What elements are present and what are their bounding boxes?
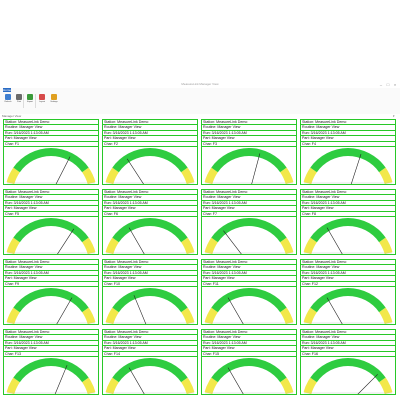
gauge-dial: [303, 288, 393, 324]
window-title: MeasureLink Manager View: [181, 82, 219, 86]
gauge-needle: [56, 297, 73, 324]
gauge-band-green: [310, 358, 386, 383]
gauge-card[interactable]: Station: MeasureLink Demo Routine: Manage…: [3, 119, 99, 185]
gauge-dial: [6, 148, 96, 184]
print-icon: [16, 94, 22, 100]
export-icon: [27, 94, 33, 100]
gauge-dial: [204, 148, 294, 184]
window-titlebar: MeasureLink Manager View – □ ×: [0, 81, 400, 88]
gauge-band-green: [211, 218, 287, 243]
gauge-dial: [105, 358, 195, 394]
gauge-card[interactable]: Station: MeasureLink Demo Routine: Manage…: [3, 329, 99, 395]
gauge-dial: [204, 218, 294, 254]
gauge-band-green: [112, 148, 188, 173]
gauge-band-green: [112, 288, 188, 313]
gauge-dial: [6, 288, 96, 324]
gauge-band-green: [211, 148, 287, 173]
ribbon: Home Refresh Print Export Layout Settings: [0, 88, 400, 115]
gauge-card[interactable]: Station: MeasureLink Demo Routine: Manage…: [201, 329, 297, 395]
gauge-dial: [303, 148, 393, 184]
ribbon-tool-label: Layout: [38, 101, 45, 103]
gauge-card[interactable]: Station: MeasureLink Demo Routine: Manage…: [3, 189, 99, 255]
gauge-dial: [303, 358, 393, 394]
gauge-card[interactable]: Station: MeasureLink Demo Routine: Manage…: [102, 189, 198, 255]
gauge-band-green: [112, 218, 188, 243]
ribbon-tool-label: Refresh: [4, 101, 12, 103]
gauge-card[interactable]: Station: MeasureLink Demo Routine: Manage…: [300, 119, 396, 185]
gauge-band-green: [13, 148, 89, 173]
gauge-needle: [223, 230, 242, 254]
gauge-needle: [326, 227, 343, 254]
gauge-band-green: [13, 358, 89, 383]
ribbon-tool-0[interactable]: Refresh: [3, 94, 13, 109]
gauge-band-green: [310, 288, 386, 313]
gauge-grid: Station: MeasureLink Demo Routine: Manage…: [0, 119, 400, 400]
gauge-card[interactable]: Station: MeasureLink Demo Routine: Manage…: [201, 189, 297, 255]
gauge-dial: [6, 218, 96, 254]
gauge-band-green: [13, 218, 89, 243]
gauge-needle: [251, 153, 261, 184]
ribbon-tool-3[interactable]: Layout: [37, 94, 47, 109]
gauge-needle: [326, 297, 343, 324]
ribbon-tool-label: Settings: [50, 101, 58, 103]
refresh-icon: [5, 94, 11, 100]
gauge-needle: [54, 365, 68, 394]
ribbon-tool-2[interactable]: Export: [25, 94, 35, 109]
gauge-needle: [133, 295, 147, 324]
ribbon-tool-label: Export: [27, 101, 33, 103]
maximize-button[interactable]: □: [385, 82, 391, 87]
gauge-card[interactable]: Station: MeasureLink Demo Routine: Manage…: [300, 329, 396, 395]
gauge-card[interactable]: Station: MeasureLink Demo Routine: Manage…: [300, 259, 396, 325]
gauge-band-green: [211, 358, 287, 383]
gauge-needle: [227, 297, 244, 324]
gauge-card[interactable]: Station: MeasureLink Demo Routine: Manage…: [3, 259, 99, 325]
tab-home[interactable]: Home: [3, 88, 11, 92]
layout-icon: [39, 94, 45, 100]
gauge-dial: [105, 288, 195, 324]
ribbon-tool-4[interactable]: Settings: [49, 94, 59, 109]
gauge-band-green: [310, 148, 386, 173]
gauge-dial: [105, 148, 195, 184]
gauge-band-green: [310, 218, 386, 243]
gauge-dial: [204, 358, 294, 394]
settings-icon: [51, 94, 57, 100]
gauge-card[interactable]: Station: MeasureLink Demo Routine: Manage…: [201, 259, 297, 325]
close-button[interactable]: ×: [392, 82, 398, 87]
gauge-band-green: [211, 288, 287, 313]
gauge-dial: [204, 288, 294, 324]
gauge-needle: [57, 228, 75, 254]
ribbon-tool-label: Print: [16, 101, 22, 103]
gauge-card[interactable]: Station: MeasureLink Demo Routine: Manage…: [102, 259, 198, 325]
gauge-card[interactable]: Station: MeasureLink Demo Routine: Manage…: [201, 119, 297, 185]
gauge-needle: [55, 156, 71, 184]
ribbon-group-divider: [23, 94, 24, 108]
gauge-band-green: [13, 288, 89, 313]
gauge-needle: [128, 367, 145, 394]
gauge-card[interactable]: Station: MeasureLink Demo Routine: Manage…: [300, 189, 396, 255]
gauge-needle: [126, 158, 144, 184]
gauge-band-green: [112, 358, 188, 383]
gauge-needle: [128, 227, 145, 254]
gauge-needle: [227, 367, 244, 394]
minimize-button[interactable]: –: [378, 82, 384, 87]
gauge-needle: [357, 374, 378, 394]
gauge-card[interactable]: Station: MeasureLink Demo Routine: Manage…: [102, 329, 198, 395]
gauge-card[interactable]: Station: MeasureLink Demo Routine: Manage…: [102, 119, 198, 185]
gauge-dial: [105, 218, 195, 254]
gauge-needle: [350, 153, 362, 184]
gauge-dial: [303, 218, 393, 254]
gauge-dial: [6, 358, 96, 394]
ribbon-group-divider: [35, 94, 36, 108]
